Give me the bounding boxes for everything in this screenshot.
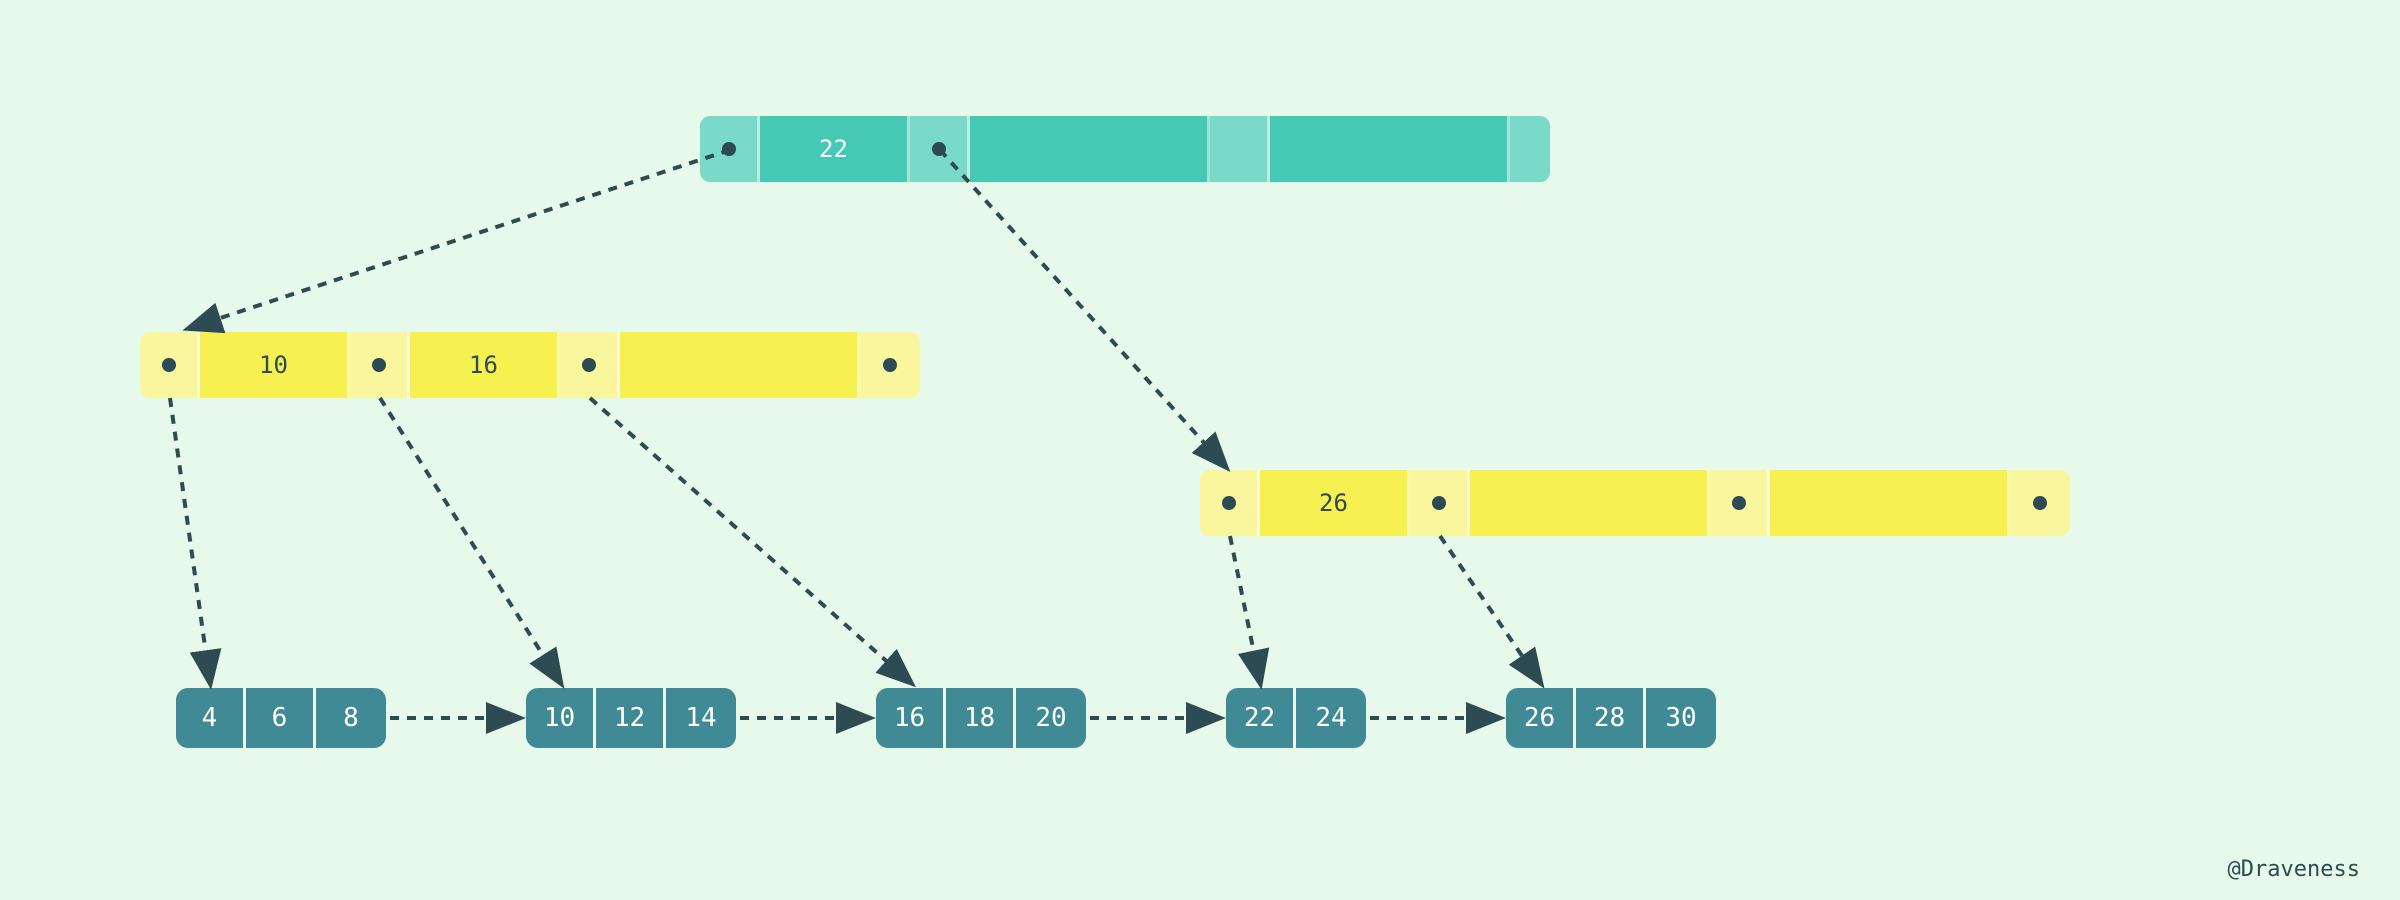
internal-right-ptr-3 (2010, 470, 2070, 536)
leaf-2-val-2: 20 (1016, 688, 1086, 748)
leaf-3-val-1: 24 (1296, 688, 1366, 748)
leaf-0: 4 6 8 (176, 688, 386, 748)
internal-right-key-2 (1770, 470, 2010, 536)
root-ptr-0 (700, 116, 760, 182)
leaf-4: 26 28 30 (1506, 688, 1716, 748)
leaf-0-val-0: 4 (176, 688, 246, 748)
internal-left-key-1: 16 (410, 332, 560, 398)
root-key-1 (970, 116, 1210, 182)
internal-left-key-2 (620, 332, 860, 398)
internal-left-ptr-0 (140, 332, 200, 398)
leaf-2-val-1: 18 (946, 688, 1016, 748)
arrow-ileft-leaf0 (170, 398, 210, 682)
arrow-iright-leaf4 (1440, 536, 1540, 682)
leaf-4-val-2: 30 (1646, 688, 1716, 748)
attribution-text: @Draveness (2228, 857, 2360, 882)
internal-left-ptr-1 (350, 332, 410, 398)
root-ptr-1 (910, 116, 970, 182)
leaf-3-val-0: 22 (1226, 688, 1296, 748)
leaf-1-val-2: 14 (666, 688, 736, 748)
root-ptr-2 (1210, 116, 1270, 182)
arrow-ileft-leaf1 (380, 398, 560, 682)
internal-left-ptr-3 (860, 332, 920, 398)
arrow-ileft-leaf2 (590, 398, 910, 682)
internal-right-node: 26 (1200, 470, 2070, 536)
leaf-2: 16 18 20 (876, 688, 1086, 748)
internal-right-key-0: 26 (1260, 470, 1410, 536)
leaf-2-val-0: 16 (876, 688, 946, 748)
internal-left-ptr-2 (560, 332, 620, 398)
leaf-3: 22 24 (1226, 688, 1366, 748)
root-key-0: 22 (760, 116, 910, 182)
root-node: 22 (700, 116, 1550, 182)
internal-right-ptr-0 (1200, 470, 1260, 536)
arrow-root-to-right (940, 150, 1225, 466)
internal-left-node: 10 16 (140, 332, 920, 398)
leaf-0-val-2: 8 (316, 688, 386, 748)
internal-left-key-0: 10 (200, 332, 350, 398)
leaf-1-val-1: 12 (596, 688, 666, 748)
root-ptr-3 (1510, 116, 1550, 182)
internal-right-ptr-1 (1410, 470, 1470, 536)
leaf-4-val-0: 26 (1506, 688, 1576, 748)
arrow-iright-leaf3 (1230, 536, 1260, 682)
leaf-0-val-1: 6 (246, 688, 316, 748)
leaf-4-val-1: 28 (1576, 688, 1646, 748)
arrow-root-to-left (190, 150, 730, 328)
leaf-1: 10 12 14 (526, 688, 736, 748)
leaf-1-val-0: 10 (526, 688, 596, 748)
root-key-2 (1270, 116, 1510, 182)
internal-right-key-1 (1470, 470, 1710, 536)
internal-right-ptr-2 (1710, 470, 1770, 536)
